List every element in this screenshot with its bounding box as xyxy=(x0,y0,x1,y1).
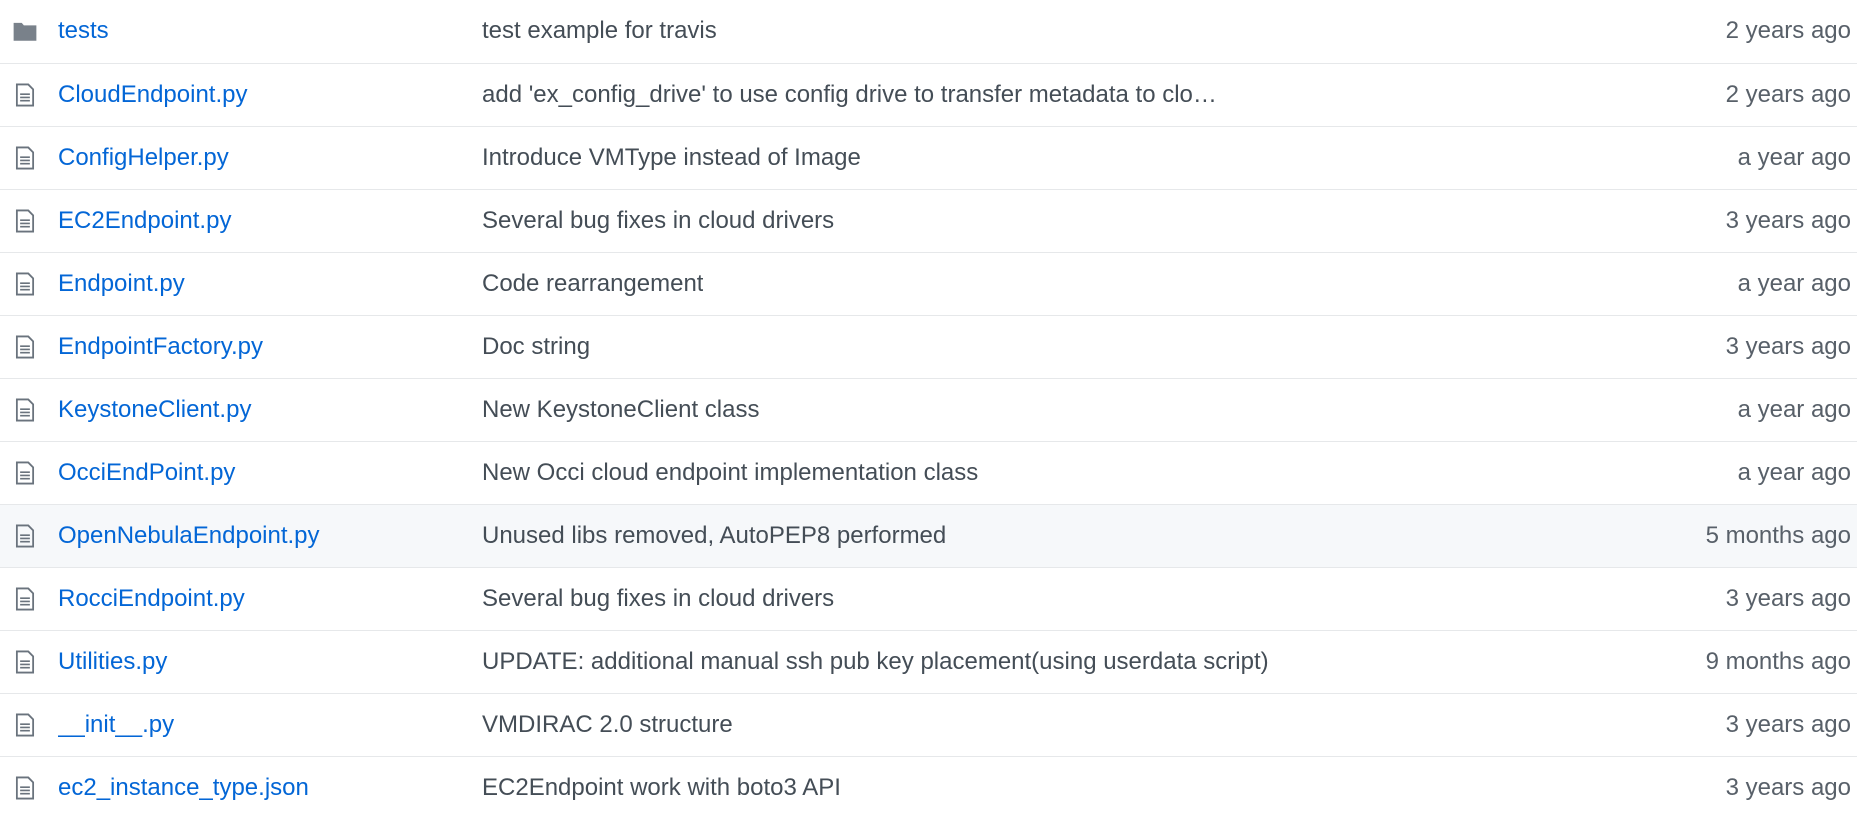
file-name-link[interactable]: __init__.py xyxy=(58,711,174,738)
file-icon xyxy=(12,586,38,612)
table-row: ConfigHelper.py Introduce VMType instead… xyxy=(0,126,1857,189)
file-icon xyxy=(12,334,38,360)
commit-message-link[interactable]: Doc string xyxy=(482,333,590,361)
table-row: tests test example for travis 2 years ag… xyxy=(0,0,1857,63)
file-icon xyxy=(12,397,38,423)
commit-age: a year ago xyxy=(1737,395,1851,423)
file-icon xyxy=(12,145,38,171)
commit-age: a year ago xyxy=(1737,458,1851,486)
commit-message-link[interactable]: Introduce VMType instead of Image xyxy=(482,144,861,172)
table-row: Utilities.py UPDATE: additional manual s… xyxy=(0,630,1857,693)
file-icon xyxy=(12,523,38,549)
commit-age: 2 years ago xyxy=(1725,80,1851,108)
table-row: __init__.py VMDIRAC 2.0 structure 3 year… xyxy=(0,693,1857,756)
commit-age: 3 years ago xyxy=(1725,584,1851,612)
commit-message-link[interactable]: Several bug fixes in cloud drivers xyxy=(482,207,834,235)
file-name-link[interactable]: EndpointFactory.py xyxy=(58,333,263,360)
commit-age: a year ago xyxy=(1737,269,1851,297)
table-row: OpenNebulaEndpoint.py Unused libs remove… xyxy=(0,504,1857,567)
file-name-link[interactable]: Endpoint.py xyxy=(58,270,185,297)
table-row: OcciEndPoint.py New Occi cloud endpoint … xyxy=(0,441,1857,504)
table-row: RocciEndpoint.py Several bug fixes in cl… xyxy=(0,567,1857,630)
commit-age: 5 months ago xyxy=(1705,521,1851,549)
file-name-link[interactable]: tests xyxy=(58,17,109,44)
commit-message-link[interactable]: New Occi cloud endpoint implementation c… xyxy=(482,459,978,487)
commit-age: a year ago xyxy=(1737,143,1851,171)
table-row: CloudEndpoint.py add 'ex_config_drive' t… xyxy=(0,63,1857,126)
commit-message-link[interactable]: test example for travis xyxy=(482,17,717,45)
commit-age: 9 months ago xyxy=(1705,647,1851,675)
commit-age: 2 years ago xyxy=(1725,17,1851,45)
file-icon xyxy=(12,712,38,738)
commit-age: 3 years ago xyxy=(1725,332,1851,360)
file-icon xyxy=(12,649,38,675)
file-icon xyxy=(12,271,38,297)
commit-message-link[interactable]: add 'ex_config_drive' to use config driv… xyxy=(482,81,1217,109)
file-name-link[interactable]: EC2Endpoint.py xyxy=(58,207,231,234)
commit-message-link[interactable]: Several bug fixes in cloud drivers xyxy=(482,585,834,613)
table-row: EndpointFactory.py Doc string 3 years ag… xyxy=(0,315,1857,378)
file-name-link[interactable]: Utilities.py xyxy=(58,648,167,675)
commit-age: 3 years ago xyxy=(1725,710,1851,738)
table-row: KeystoneClient.py New KeystoneClient cla… xyxy=(0,378,1857,441)
commit-age: 3 years ago xyxy=(1725,206,1851,234)
table-row: EC2Endpoint.py Several bug fixes in clou… xyxy=(0,189,1857,252)
folder-icon xyxy=(12,18,38,44)
file-icon xyxy=(12,82,38,108)
table-row: ec2_instance_type.json EC2Endpoint work … xyxy=(0,756,1857,819)
file-name-link[interactable]: OpenNebulaEndpoint.py xyxy=(58,522,320,549)
file-name-link[interactable]: RocciEndpoint.py xyxy=(58,585,245,612)
commit-message-link[interactable]: VMDIRAC 2.0 structure xyxy=(482,711,733,739)
file-list: tests test example for travis 2 years ag… xyxy=(0,0,1857,819)
file-name-link[interactable]: CloudEndpoint.py xyxy=(58,81,247,108)
file-icon xyxy=(12,208,38,234)
table-row: Endpoint.py Code rearrangement a year ag… xyxy=(0,252,1857,315)
file-icon xyxy=(12,460,38,486)
commit-message-link[interactable]: Unused libs removed, AutoPEP8 performed xyxy=(482,522,946,550)
commit-message-link[interactable]: Code rearrangement xyxy=(482,270,703,298)
commit-message-link[interactable]: EC2Endpoint work with boto3 API xyxy=(482,774,841,802)
file-name-link[interactable]: OcciEndPoint.py xyxy=(58,459,235,486)
commit-message-link[interactable]: New KeystoneClient class xyxy=(482,396,759,424)
file-name-link[interactable]: ConfigHelper.py xyxy=(58,144,229,171)
commit-message-link[interactable]: UPDATE: additional manual ssh pub key pl… xyxy=(482,648,1269,676)
file-name-link[interactable]: KeystoneClient.py xyxy=(58,396,251,423)
